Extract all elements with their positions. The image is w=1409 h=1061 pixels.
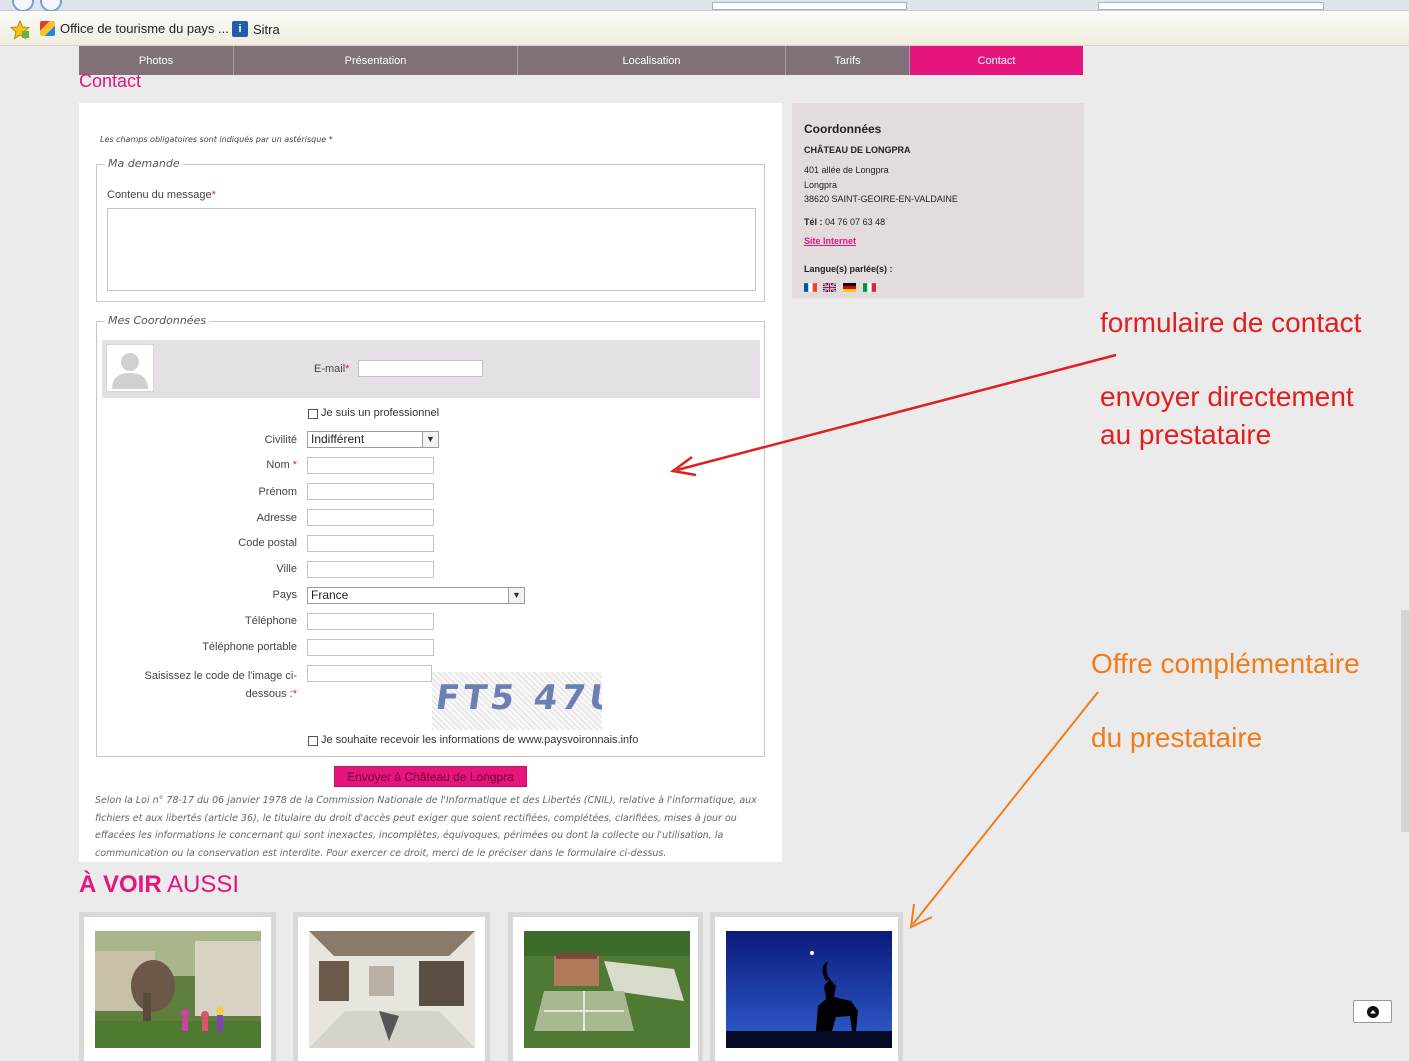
ville-field[interactable] <box>307 561 434 578</box>
establishment-name: CHÂTEAU DE LONGPRA <box>804 145 911 155</box>
orange-arrow-head-icon <box>909 903 933 929</box>
chateau-aerial-thumbnail <box>524 931 690 1048</box>
telephone-portable-label: Téléphone portable <box>202 641 297 653</box>
captcha-field[interactable] <box>307 665 432 682</box>
annotation-send-direct: envoyer directement <box>1100 381 1354 412</box>
bookmark-office-tourisme[interactable]: Office de tourisme du pays ... <box>40 21 229 36</box>
adresse-label: Adresse <box>256 512 297 524</box>
favorites-bar: Office de tourisme du pays ... i Sitra <box>0 11 1409 46</box>
required-fields-note: Les champs obligatoires sont indiqués pa… <box>100 135 333 144</box>
museum-interior-thumbnail <box>309 931 475 1048</box>
annotation-extra-offer: Offre complémentaire <box>1091 648 1360 679</box>
fieldset-ma-demande: Ma demande Contenu du message* <box>96 157 765 302</box>
bookmark-label: Office de tourisme du pays ... <box>60 21 229 36</box>
professional-checkbox[interactable] <box>308 409 318 419</box>
tab-tarifs[interactable]: Tarifs <box>786 46 910 75</box>
telephone-label: Téléphone <box>245 615 297 627</box>
bookmark-label: Sitra <box>253 21 280 37</box>
event-photo-thumbnail <box>95 931 261 1048</box>
submit-button[interactable]: Envoyer à Château de Longpra <box>334 766 527 787</box>
annotation-from-provider: du prestataire <box>1091 722 1263 753</box>
browser-search-box[interactable] <box>1098 2 1324 10</box>
chevron-down-icon: ▼ <box>508 588 524 603</box>
fieldset-legend: Ma demande <box>105 157 183 170</box>
prenom-field[interactable] <box>307 483 434 500</box>
annotation-to-provider: au prestataire <box>1100 419 1272 450</box>
languages-label: Langue(s) parlée(s) : <box>804 264 893 274</box>
newsletter-checkbox[interactable] <box>308 736 318 746</box>
pays-select[interactable]: France ▼ <box>307 587 525 604</box>
nom-field[interactable] <box>307 457 434 474</box>
telephone-info: Tél : 04 76 07 63 48 <box>804 217 886 227</box>
chevron-down-icon: ▼ <box>422 432 438 447</box>
fieldset-mes-coordonnees: Mes Coordonnées E-mail* Je suis un profe… <box>96 314 765 757</box>
message-textarea[interactable] <box>107 208 756 291</box>
fieldset-legend: Mes Coordonnées <box>105 314 210 327</box>
scroll-to-top-button[interactable] <box>1353 1000 1392 1023</box>
see-also-card[interactable] <box>79 912 276 1061</box>
cnil-legal-text: Selon la Loi n° 78-17 du 06 janvier 1978… <box>95 795 757 859</box>
sitra-favicon-icon: i <box>232 21 248 37</box>
civilite-select[interactable]: Indifférent ▼ <box>307 431 439 448</box>
annotation-contact-form: formulaire de contact <box>1100 307 1362 338</box>
tab-presentation[interactable]: Présentation <box>234 46 518 75</box>
orange-arrow-line <box>912 691 1099 925</box>
contact-form: Les champs obligatoires sont indiqués pa… <box>79 103 782 862</box>
panel-title: Coordonnées <box>804 122 882 136</box>
address-line: 401 allée de Longpra <box>804 165 889 175</box>
de-flag-icon <box>843 283 856 292</box>
civilite-label: Civilité <box>264 434 297 446</box>
telephone-field[interactable] <box>307 613 434 630</box>
see-also-card[interactable] <box>508 912 703 1061</box>
site-favicon-icon <box>40 21 55 36</box>
tab-contact[interactable]: Contact <box>910 46 1083 75</box>
page-title: Contact <box>79 71 142 91</box>
favorites-star-icon[interactable] <box>10 20 30 40</box>
browser-toolbar <box>0 0 1409 12</box>
adresse-field[interactable] <box>307 509 434 526</box>
website-link[interactable]: Site Internet <box>804 236 856 246</box>
see-also-card[interactable] <box>293 912 490 1061</box>
code-postal-field[interactable] <box>307 535 434 552</box>
professional-label: Je suis un professionnel <box>321 407 440 419</box>
coordonnees-panel: Coordonnées CHÂTEAU DE LONGPRA 401 allée… <box>792 103 1084 298</box>
pays-label: Pays <box>272 589 297 601</box>
telephone-portable-field[interactable] <box>307 639 434 656</box>
captcha-image: FT5 47U <box>432 672 602 730</box>
ville-label: Ville <box>276 563 297 575</box>
captcha-label: Saisissez le code de l'image ci- dessous… <box>144 670 297 700</box>
tab-localisation[interactable]: Localisation <box>518 46 786 75</box>
avatar <box>106 344 154 392</box>
see-also-card[interactable] <box>710 912 903 1061</box>
nom-label: Nom * <box>266 459 297 471</box>
address-line: Longpra <box>804 180 838 190</box>
code-postal-label: Code postal <box>238 537 297 549</box>
listing-nav: Photos Présentation Localisation Tarifs … <box>79 46 1083 75</box>
address-line: 38620 SAINT-GEOIRE-EN-VALDAINE <box>804 194 958 204</box>
address-bar[interactable] <box>712 2 907 10</box>
email-row: E-mail* <box>102 340 760 398</box>
page-scrollbar[interactable] <box>1401 610 1409 832</box>
it-flag-icon <box>863 283 876 292</box>
email-label: E-mail* <box>314 363 350 375</box>
see-also-title: À VOIR AUSSI <box>79 871 240 898</box>
uk-flag-icon <box>823 283 836 292</box>
email-field[interactable] <box>358 360 483 377</box>
prenom-label: Prénom <box>258 486 297 498</box>
user-placeholder-icon <box>112 353 148 389</box>
bookmark-sitra[interactable]: i Sitra <box>232 21 280 37</box>
up-arrow-icon <box>1366 1005 1379 1018</box>
captcha-text: FT5 47U <box>433 678 602 718</box>
fr-flag-icon <box>804 283 817 292</box>
newsletter-label: Je souhaite recevoir les informations de… <box>321 734 639 746</box>
ibex-night-thumbnail <box>726 931 892 1048</box>
message-label: Contenu du message* <box>107 189 216 201</box>
